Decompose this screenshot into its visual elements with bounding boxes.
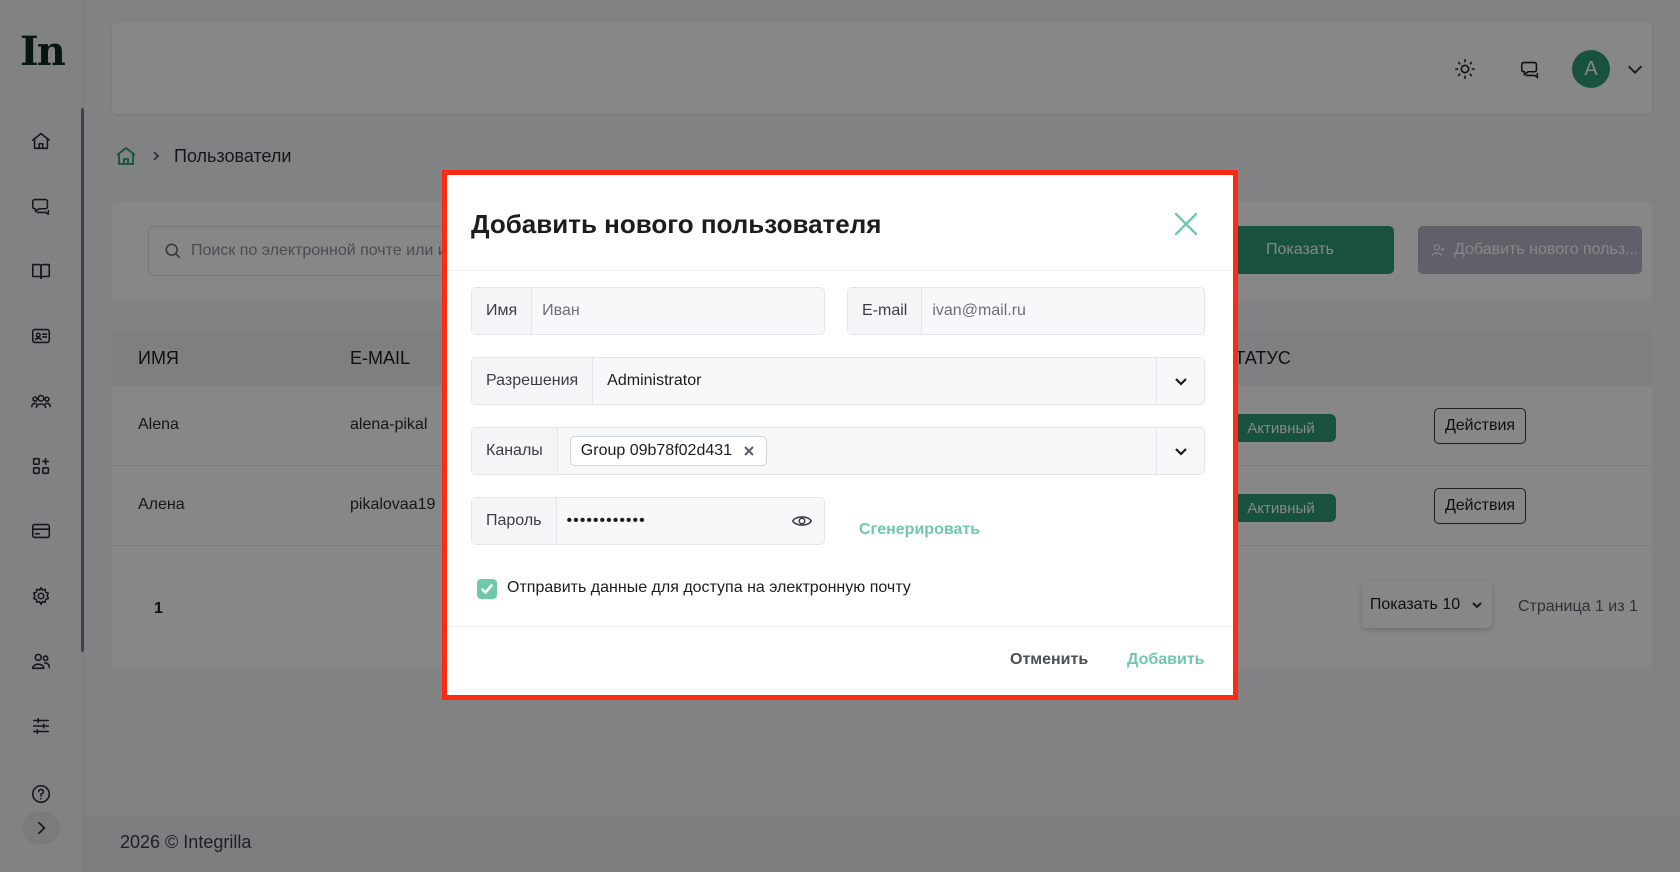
channel-chip-label: Group 09b78f02d431: [580, 442, 733, 459]
modal-header: Добавить нового пользователя: [447, 175, 1233, 271]
channels-select[interactable]: Каналы Group 09b78f02d431: [471, 427, 1205, 475]
cancel-button[interactable]: Отменить: [1010, 651, 1088, 669]
remove-chip-icon[interactable]: [742, 444, 756, 458]
modal-footer: Отменить Добавить: [447, 626, 1233, 695]
permissions-label: Разрешения: [472, 358, 594, 404]
eye-icon[interactable]: [780, 498, 824, 544]
checkmark-icon: [481, 584, 493, 594]
add-user-modal: Добавить нового пользователя Имя Иван E-…: [442, 170, 1238, 700]
send-credentials-checkbox[interactable]: [477, 579, 497, 599]
password-field[interactable]: Пароль ••••••••••••: [471, 497, 825, 545]
close-icon: [1174, 212, 1198, 236]
permissions-value: Administrator: [607, 372, 702, 389]
password-input[interactable]: ••••••••••••: [557, 512, 780, 530]
chevron-down-icon[interactable]: [1156, 358, 1204, 404]
email-field[interactable]: E-mail ivan@mail.ru: [847, 287, 1205, 335]
email-label: E-mail: [848, 288, 923, 334]
chevron-down-icon[interactable]: [1156, 428, 1204, 474]
channel-chip: Group 09b78f02d431: [569, 436, 768, 466]
name-label: Имя: [472, 288, 533, 334]
name-input[interactable]: Иван: [532, 302, 824, 320]
close-button[interactable]: [1171, 209, 1201, 239]
send-credentials-label[interactable]: Отправить данные для доступа на электрон…: [507, 579, 911, 597]
permissions-select[interactable]: Разрешения Administrator: [471, 357, 1205, 405]
password-label: Пароль: [472, 498, 557, 544]
generate-password-link[interactable]: Сгенерировать: [859, 521, 980, 539]
add-button[interactable]: Добавить: [1127, 651, 1205, 669]
name-field[interactable]: Имя Иван: [471, 287, 825, 335]
channels-label: Каналы: [472, 428, 558, 474]
email-input[interactable]: ivan@mail.ru: [922, 302, 1204, 320]
modal-title: Добавить нового пользователя: [471, 209, 882, 239]
